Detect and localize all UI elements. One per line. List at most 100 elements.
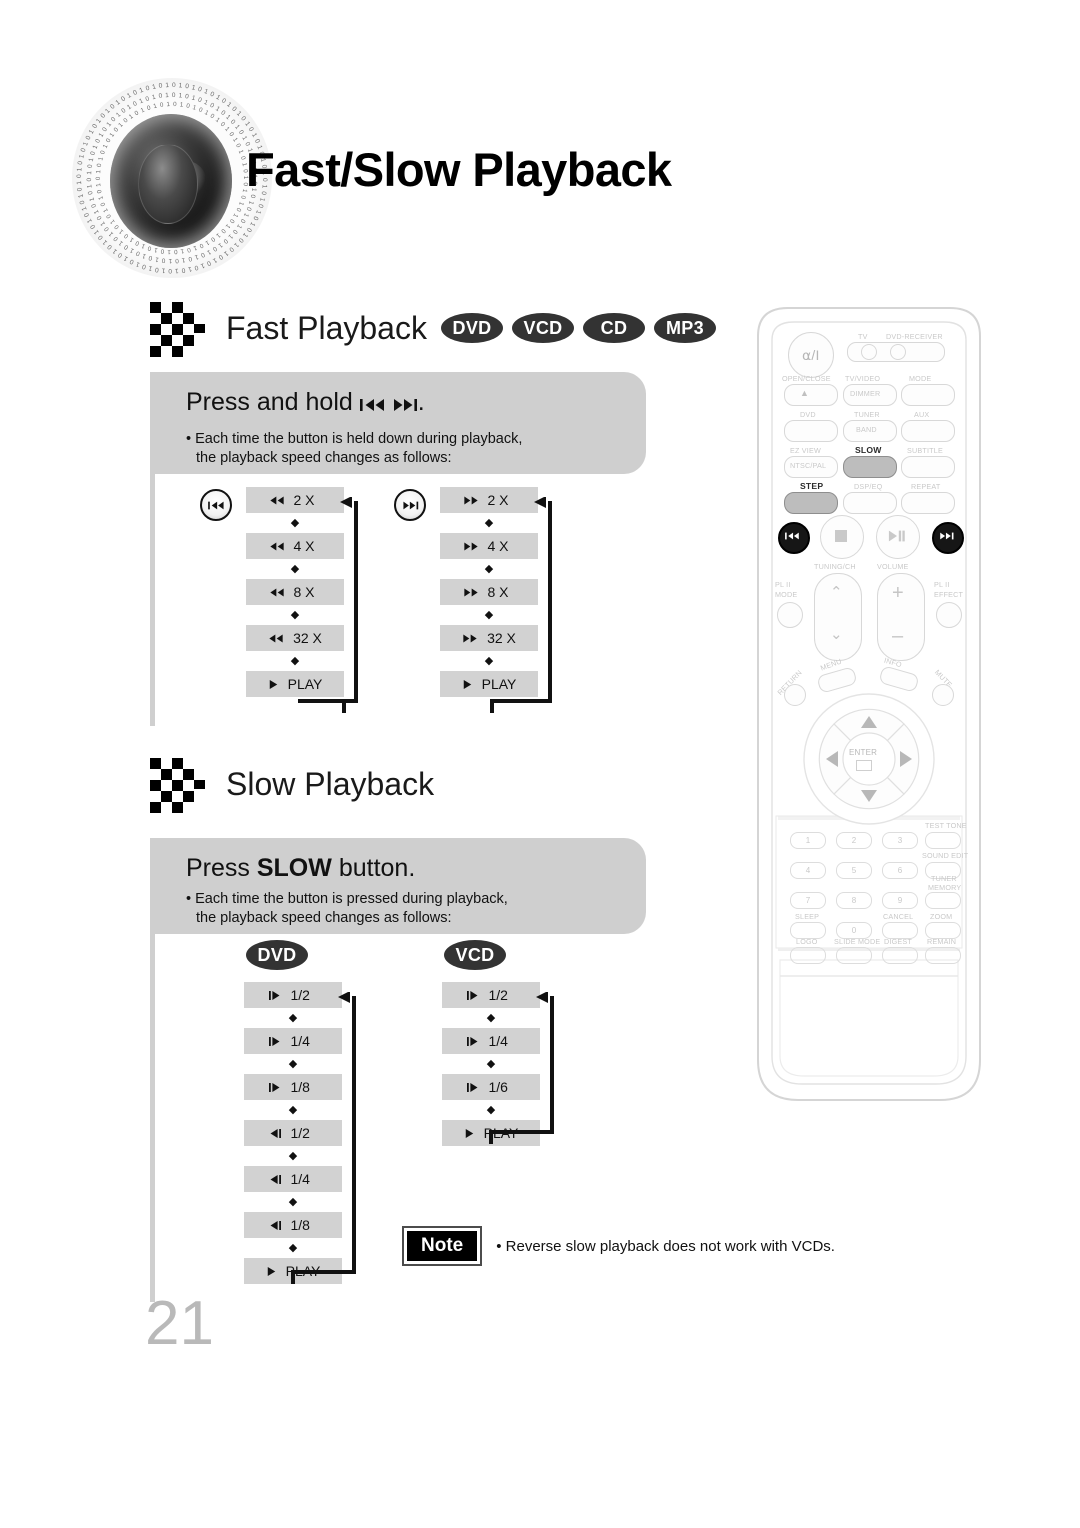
step-label: STEP bbox=[800, 481, 824, 491]
sound-edit-label: SOUND EDIT bbox=[922, 851, 969, 860]
subtitle-button[interactable] bbox=[901, 456, 955, 478]
skip-back-forward-glyphs bbox=[359, 388, 418, 416]
dvd-receiver-source-button[interactable] bbox=[890, 344, 906, 360]
logo-button[interactable] bbox=[790, 947, 826, 964]
slow-panel-title-bold: SLOW bbox=[256, 854, 332, 882]
sleep-label: SLEEP bbox=[795, 912, 820, 921]
dvd-receiver-source-label: DVD-RECEIVER bbox=[886, 332, 943, 341]
repeat-button[interactable] bbox=[901, 492, 955, 514]
page-header: 0101010101010101010101010101010101010101… bbox=[0, 0, 1080, 278]
power-icon: ⍺/I bbox=[802, 347, 820, 363]
fast-loop-arrow-forward bbox=[490, 497, 552, 713]
skip-back-icon bbox=[785, 532, 799, 540]
key-1[interactable]: 1 bbox=[790, 832, 826, 849]
tv-source-label: TV bbox=[858, 332, 868, 341]
slow-button[interactable] bbox=[843, 456, 897, 478]
tuner-memory-label-line2: MEMORY bbox=[928, 883, 962, 892]
tuner-memory-button[interactable] bbox=[925, 892, 961, 909]
badge-mp3: MP3 bbox=[653, 313, 716, 343]
fast-panel-title: Press and hold . bbox=[186, 388, 425, 417]
key-5[interactable]: 5 bbox=[836, 862, 872, 879]
subtitle-label: SUBTITLE bbox=[907, 446, 943, 455]
tuning-ch-label: TUNING/CH bbox=[814, 562, 856, 571]
key-3[interactable]: 3 bbox=[882, 832, 918, 849]
key-4[interactable]: 4 bbox=[790, 862, 826, 879]
mode-label: MODE bbox=[909, 374, 932, 383]
test-tone-button[interactable] bbox=[925, 832, 961, 849]
slow-loop-arrow-dvd bbox=[291, 992, 356, 1284]
key-6[interactable]: 6 bbox=[882, 862, 918, 879]
ntsc-pal-label: NTSC/PAL bbox=[790, 461, 827, 470]
slow-flow-badge-vcd: VCD bbox=[444, 940, 506, 970]
fast-loop-arrow-reverse bbox=[298, 497, 358, 713]
slow-flow-dvd: DVD 1/2 ◆ 1/4 ◆ 1/8 ◆ 1/2 ◆ 1/4 ◆ 1/8 ◆ … bbox=[244, 940, 356, 1284]
key-2[interactable]: 2 bbox=[836, 832, 872, 849]
dvd-label: DVD bbox=[800, 410, 816, 419]
pl2-effect-label-line1: PL II bbox=[934, 580, 950, 589]
volume-label: VOLUME bbox=[877, 562, 909, 571]
note-text: • Reverse slow playback does not work wi… bbox=[496, 1237, 835, 1255]
section-heading-fast-playback: Fast Playback DVD VCD CD MP3 bbox=[150, 302, 716, 357]
section-heading-slow-playback: Slow Playback bbox=[150, 758, 434, 813]
speaker-highlight bbox=[160, 160, 206, 200]
pl2-mode-button[interactable] bbox=[777, 602, 803, 628]
note-block: Note • Reverse slow playback does not wo… bbox=[401, 1226, 835, 1266]
step-button[interactable] bbox=[784, 492, 838, 514]
key-9[interactable]: 9 bbox=[882, 892, 918, 909]
eject-icon: ▲ bbox=[800, 388, 810, 398]
dpad[interactable] bbox=[802, 692, 936, 826]
pl2-effect-button[interactable] bbox=[936, 602, 962, 628]
slow-panel-bullet: • Each time the button is pressed during… bbox=[186, 890, 508, 928]
remain-button[interactable] bbox=[925, 947, 961, 964]
speaker-cone-icon bbox=[110, 114, 232, 248]
open-close-label: OPEN/CLOSE bbox=[782, 374, 831, 383]
dimmer-label: DIMMER bbox=[850, 389, 881, 398]
fast-bullet-line-1: • Each time the button is held down duri… bbox=[186, 431, 523, 447]
chevron-up-icon: ⌃ bbox=[830, 584, 843, 601]
remain-label: REMAIN bbox=[927, 937, 957, 946]
badge-dvd: DVD bbox=[440, 313, 503, 343]
fast-section-rule bbox=[150, 474, 155, 726]
slide-mode-button[interactable] bbox=[836, 947, 872, 964]
slow-bullet-line-1: • Each time the button is pressed during… bbox=[186, 891, 508, 907]
slow-bullet-line-2: the playback speed changes as follows: bbox=[196, 910, 452, 926]
speaker-logo-art: 0101010101010101010101010101010101010101… bbox=[72, 78, 272, 278]
fast-panel-bullet: • Each time the button is held down duri… bbox=[186, 430, 522, 468]
tv-source-button[interactable] bbox=[861, 344, 877, 360]
pl2-effect-label-line2: EFFECT bbox=[934, 590, 964, 599]
slow-section-rule bbox=[150, 934, 155, 1302]
disc-badge-group: DVD VCD CD MP3 bbox=[440, 313, 716, 343]
aux-button[interactable] bbox=[901, 420, 955, 442]
fast-panel-title-suffix: . bbox=[417, 388, 425, 416]
play-pause-icon bbox=[888, 530, 905, 542]
slow-panel-title-prefix: Press bbox=[186, 854, 250, 882]
fast-instruction-panel: Press and hold . • Each time the button … bbox=[150, 372, 646, 474]
slow-flow-vcd: VCD 1/2 ◆ 1/4 ◆ 1/6 ◆ PLAY bbox=[442, 940, 554, 1146]
test-tone-label: TEST TONE bbox=[925, 821, 967, 830]
digest-label: DIGEST bbox=[884, 937, 912, 946]
minus-icon: – bbox=[892, 625, 904, 647]
dsp-eq-label: DSP/EQ bbox=[854, 482, 883, 491]
dsp-eq-button[interactable] bbox=[843, 492, 897, 514]
note-tag: Note bbox=[401, 1226, 483, 1266]
chevron-down-icon: ⌄ bbox=[830, 626, 843, 643]
open-close-button[interactable] bbox=[784, 384, 838, 406]
repeat-label: REPEAT bbox=[911, 482, 941, 491]
skip-back-button-icon[interactable] bbox=[200, 489, 232, 521]
tv-video-label: TV/VIDEO bbox=[845, 374, 881, 383]
key-8[interactable]: 8 bbox=[836, 892, 872, 909]
digest-button[interactable] bbox=[882, 947, 918, 964]
skip-forward-button-icon[interactable] bbox=[394, 489, 426, 521]
tuner-label: TUNER bbox=[854, 410, 880, 419]
fast-panel-title-prefix: Press and hold bbox=[186, 388, 353, 416]
slow-panel-title-suffix: button. bbox=[338, 854, 416, 882]
tuner-memory-label-line1: TUNER bbox=[931, 874, 957, 883]
remote-control-illustration: ⍺/I TV DVD-RECEIVER OPEN/CLOSE ▲ TV/VIDE… bbox=[744, 300, 994, 1110]
page-title: Fast/Slow Playback bbox=[246, 143, 672, 196]
slow-loop-arrow-vcd bbox=[489, 992, 554, 1144]
slow-instruction-panel: Press SLOW button. • Each time the butto… bbox=[150, 838, 646, 934]
dvd-button[interactable] bbox=[784, 420, 838, 442]
skip-forward-icon bbox=[940, 532, 954, 540]
mode-button[interactable] bbox=[901, 384, 955, 406]
key-7[interactable]: 7 bbox=[790, 892, 826, 909]
